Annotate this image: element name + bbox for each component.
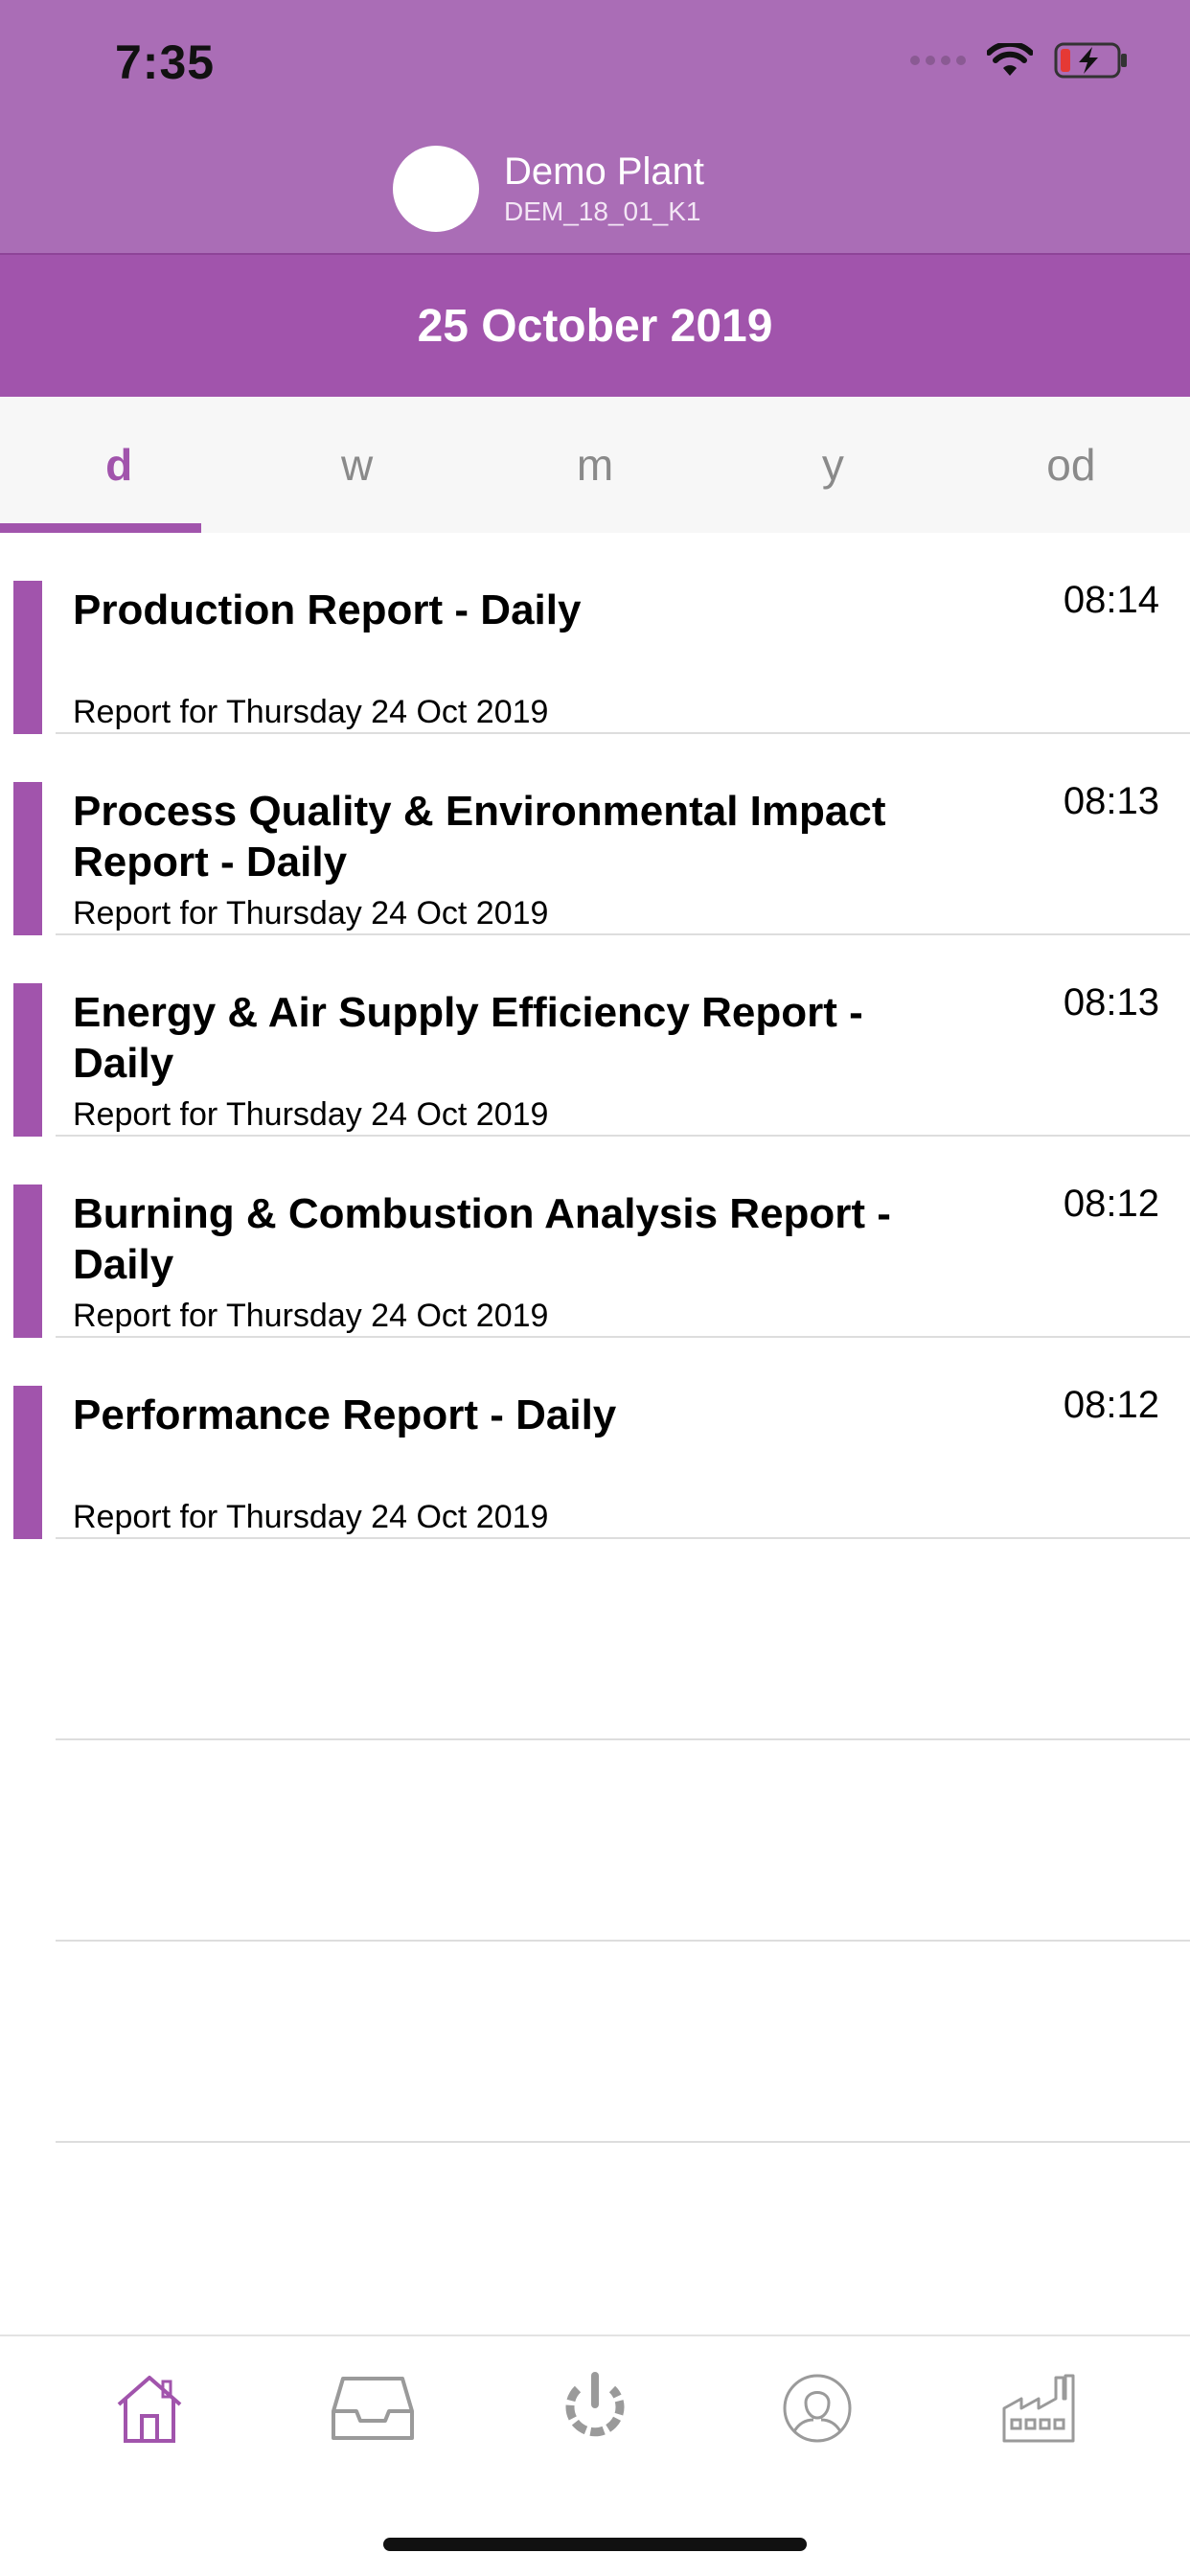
empty-row — [0, 1539, 1190, 1740]
list-item-accent — [13, 983, 42, 1137]
current-date: 25 October 2019 — [417, 300, 773, 352]
plant-code: DEM_18_01_K1 — [504, 196, 701, 226]
wifi-icon — [987, 43, 1033, 76]
tab-on-demand[interactable]: od — [952, 397, 1190, 533]
status-time: 7:35 — [115, 35, 216, 89]
factory-icon[interactable] — [983, 2360, 1098, 2456]
status-icons — [910, 42, 1129, 79]
list-item-accent — [13, 1386, 42, 1539]
report-time: 08:13 — [1063, 981, 1159, 1024]
empty-row — [0, 1942, 1190, 2143]
report-title: Process Quality & Environmental Impact R… — [73, 788, 886, 886]
report-subtitle: Report for Thursday 24 Oct 2019 — [73, 895, 549, 932]
list-item[interactable]: Burning & Combustion Analysis Report - D… — [0, 1137, 1190, 1338]
list-item-accent — [13, 782, 42, 935]
power-icon[interactable] — [538, 2360, 652, 2456]
report-subtitle: Report for Thursday 24 Oct 2019 — [73, 1096, 549, 1133]
report-time: 08:12 — [1063, 1384, 1159, 1426]
plant-name: Demo Plant — [504, 150, 704, 193]
tab-week[interactable]: w — [238, 397, 475, 533]
date-bar[interactable]: 25 October 2019 — [0, 253, 1190, 397]
list-item[interactable]: Process Quality & Environmental Impact R… — [0, 734, 1190, 935]
tab-month[interactable]: m — [476, 397, 714, 533]
report-title: Production Report - Daily — [73, 586, 582, 633]
report-subtitle: Report for Thursday 24 Oct 2019 — [73, 1499, 549, 1535]
report-time: 08:14 — [1063, 579, 1159, 621]
home-indicator[interactable] — [383, 2538, 807, 2551]
cellular-signal-icon — [910, 56, 966, 65]
profile-icon[interactable] — [760, 2360, 875, 2456]
report-title: Burning & Combustion Analysis Report - D… — [73, 1190, 891, 1288]
battery-charging-icon — [1054, 42, 1127, 79]
tab-day[interactable]: d — [0, 397, 238, 533]
report-subtitle: Report for Thursday 24 Oct 2019 — [73, 694, 549, 730]
tab-year[interactable]: y — [714, 397, 951, 533]
home-icon[interactable] — [92, 2360, 207, 2456]
report-subtitle: Report for Thursday 24 Oct 2019 — [73, 1298, 549, 1334]
screen: 7:35 Demo Plant DEM_18_01_K1 25 October … — [0, 0, 1190, 2576]
list-item-accent — [13, 581, 42, 734]
period-tabs: d w m y od — [0, 397, 1190, 533]
inbox-icon[interactable] — [315, 2360, 430, 2456]
list-item[interactable]: Energy & Air Supply Efficiency Report - … — [0, 935, 1190, 1137]
report-title: Energy & Air Supply Efficiency Report - … — [73, 989, 863, 1087]
report-time: 08:13 — [1063, 780, 1159, 822]
header: 7:35 Demo Plant DEM_18_01_K1 — [0, 0, 1190, 253]
list-item[interactable]: Performance Report - Daily 08:12 Report … — [0, 1338, 1190, 1539]
report-time: 08:12 — [1063, 1183, 1159, 1225]
report-title: Performance Report - Daily — [73, 1392, 617, 1438]
plant-selector[interactable]: Demo Plant DEM_18_01_K1 — [393, 146, 704, 232]
list-item-accent — [13, 1184, 42, 1338]
empty-row — [0, 1740, 1190, 1942]
divider — [56, 2141, 1190, 2143]
list-item[interactable]: Production Report - Daily 08:14 Report f… — [0, 533, 1190, 734]
report-list: Production Report - Daily 08:14 Report f… — [0, 533, 1190, 2143]
plant-avatar — [393, 146, 479, 232]
